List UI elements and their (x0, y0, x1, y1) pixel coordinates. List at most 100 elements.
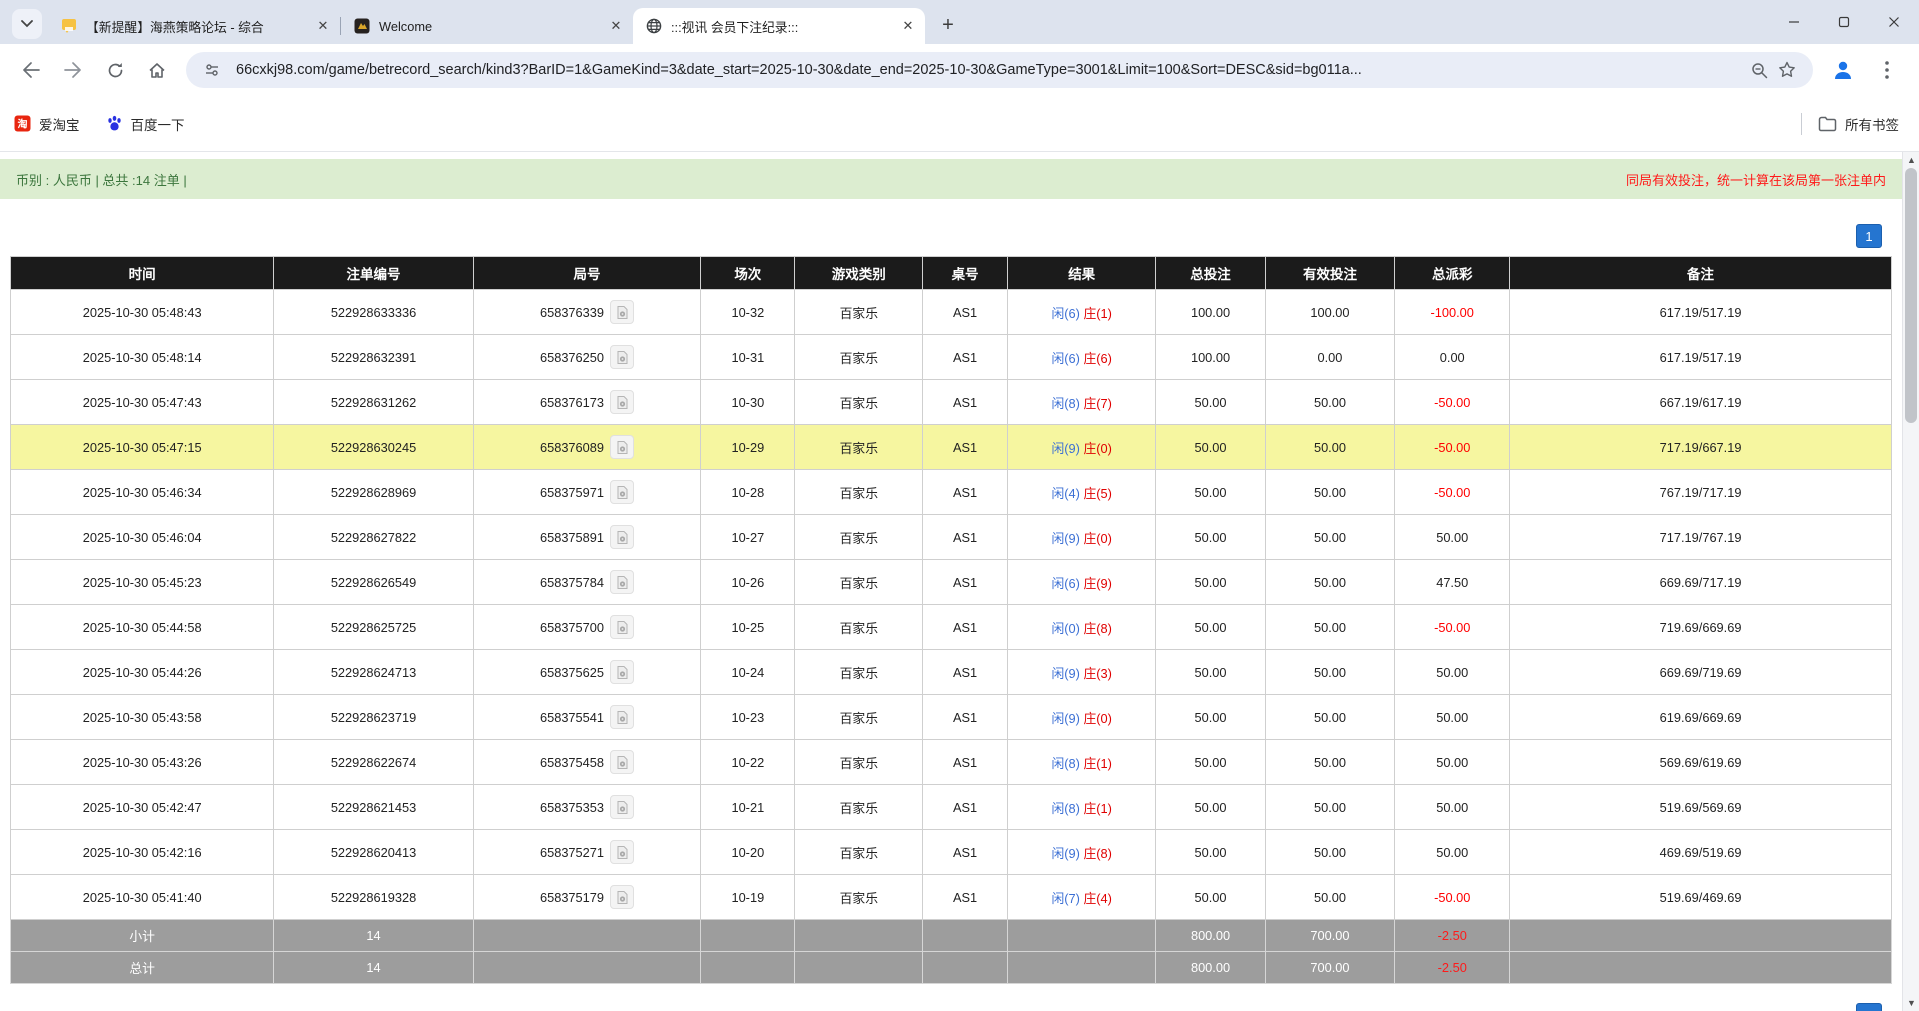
tab-welcome[interactable]: Welcome ✕ (341, 8, 633, 44)
new-tab-button[interactable]: + (933, 10, 963, 40)
round-number: 658376089 (540, 440, 604, 455)
forum-favicon-icon (60, 18, 77, 35)
bookmark-baidu[interactable]: 百度一下 (106, 114, 185, 134)
scrollbar[interactable]: ▲ ▼ (1902, 152, 1919, 1011)
result-banker: 庄(4) (1083, 891, 1111, 906)
cell-bet-id: 522928623719 (274, 695, 473, 740)
scrollbar-thumb[interactable] (1905, 168, 1917, 423)
all-bookmarks-button[interactable]: 所有书签 (1818, 114, 1899, 134)
cell-result: 闲(6) 庄(1) (1007, 290, 1156, 335)
scroll-down-icon[interactable]: ▼ (1903, 995, 1919, 1011)
subtotal-total-bet: 800.00 (1156, 920, 1265, 952)
cell-time: 2025-10-30 05:43:58 (11, 695, 274, 740)
tab-close-icon[interactable]: ✕ (314, 17, 332, 35)
cell-payout: 50.00 (1395, 740, 1510, 785)
site-info-icon[interactable] (198, 56, 226, 84)
result-banker: 庄(8) (1083, 621, 1111, 636)
menu-icon[interactable] (1869, 52, 1905, 88)
cell-result: 闲(8) 庄(1) (1007, 740, 1156, 785)
cell-time: 2025-10-30 05:47:43 (11, 380, 274, 425)
tab-search-button[interactable] (12, 9, 42, 39)
browser-window: 【新提醒】海燕策略论坛 - 综合 ✕ Welcome ✕ :::视讯 会员下注纪… (0, 0, 1919, 1011)
tab-close-icon[interactable]: ✕ (899, 17, 917, 35)
cell-remark: 519.69/569.69 (1510, 785, 1892, 830)
cell-remark: 669.69/719.69 (1510, 650, 1892, 695)
video-record-icon[interactable] (610, 480, 634, 504)
video-record-icon[interactable] (610, 615, 634, 639)
video-record-icon[interactable] (610, 435, 634, 459)
cell-valid-bet: 50.00 (1265, 740, 1395, 785)
cell-time: 2025-10-30 05:44:58 (11, 605, 274, 650)
round-number: 658375353 (540, 800, 604, 815)
result-player: 闲(9) (1051, 711, 1079, 726)
result-player: 闲(6) (1051, 306, 1079, 321)
header-remark: 备注 (1510, 257, 1892, 290)
cell-total-bet: 50.00 (1156, 470, 1265, 515)
result-player: 闲(6) (1051, 576, 1079, 591)
cell-round: 658376089 (473, 425, 701, 470)
cell-result: 闲(9) 庄(0) (1007, 425, 1156, 470)
cell-table-no: AS1 (923, 425, 1008, 470)
home-button[interactable] (138, 51, 176, 89)
forward-button[interactable] (54, 51, 92, 89)
cell-total-bet: 50.00 (1156, 650, 1265, 695)
cell-total-bet: 50.00 (1156, 695, 1265, 740)
cell-session: 10-23 (701, 695, 795, 740)
round-number: 658375625 (540, 665, 604, 680)
table-body: 2025-10-30 05:48:43 522928633336 6583763… (11, 290, 1892, 920)
table-row: 2025-10-30 05:43:58 522928623719 6583755… (11, 695, 1892, 740)
tab-close-icon[interactable]: ✕ (607, 17, 625, 35)
profile-icon[interactable] (1825, 52, 1861, 88)
cell-result: 闲(9) 庄(0) (1007, 695, 1156, 740)
video-record-icon[interactable] (610, 750, 634, 774)
url-text[interactable]: 66cxkj98.com/game/betrecord_search/kind3… (236, 62, 1735, 78)
cell-payout: -50.00 (1395, 380, 1510, 425)
video-record-icon[interactable] (610, 300, 634, 324)
video-record-icon[interactable] (610, 390, 634, 414)
cell-bet-id: 522928619328 (274, 875, 473, 920)
video-record-icon[interactable] (610, 570, 634, 594)
close-button[interactable] (1869, 0, 1919, 44)
tab-betrecord[interactable]: :::视讯 会员下注纪录::: ✕ (633, 8, 925, 44)
video-record-icon[interactable] (610, 705, 634, 729)
result-banker: 庄(7) (1083, 396, 1111, 411)
subtotal-label: 小计 (11, 920, 274, 952)
cell-bet-id: 522928630245 (274, 425, 473, 470)
maximize-button[interactable] (1819, 0, 1869, 44)
bookmark-label: 百度一下 (131, 114, 185, 134)
result-banker: 庄(0) (1083, 441, 1111, 456)
page-1-button[interactable]: 1 (1856, 224, 1882, 248)
zoom-icon[interactable] (1745, 56, 1773, 84)
tab-forum[interactable]: 【新提醒】海燕策略论坛 - 综合 ✕ (48, 8, 340, 44)
video-record-icon[interactable] (610, 840, 634, 864)
bookmark-star-icon[interactable] (1773, 56, 1801, 84)
video-record-icon[interactable] (610, 345, 634, 369)
address-bar[interactable]: 66cxkj98.com/game/betrecord_search/kind3… (186, 52, 1813, 88)
cell-time: 2025-10-30 05:48:14 (11, 335, 274, 380)
minimize-button[interactable] (1769, 0, 1819, 44)
page-content: 币别 : 人民币 | 总共 :14 注单 | 同局有效投注，统一计算在该局第一张… (0, 152, 1919, 1011)
table-row: 2025-10-30 05:47:43 522928631262 6583761… (11, 380, 1892, 425)
cell-game-type: 百家乐 (795, 290, 923, 335)
video-record-icon[interactable] (610, 795, 634, 819)
reload-button[interactable] (96, 51, 134, 89)
page-1-button-bottom[interactable]: 1 (1856, 1003, 1882, 1011)
bookmark-aitaobao[interactable]: 淘 爱淘宝 (14, 114, 80, 134)
cell-total-bet: 50.00 (1156, 515, 1265, 560)
round-number: 658375891 (540, 530, 604, 545)
cell-payout: -100.00 (1395, 290, 1510, 335)
cell-payout: 50.00 (1395, 785, 1510, 830)
cell-result: 闲(9) 庄(0) (1007, 515, 1156, 560)
video-record-icon[interactable] (610, 660, 634, 684)
video-record-icon[interactable] (610, 525, 634, 549)
page-area: 币别 : 人民币 | 总共 :14 注单 | 同局有效投注，统一计算在该局第一张… (0, 152, 1902, 1011)
round-number: 658375541 (540, 710, 604, 725)
video-record-icon[interactable] (610, 885, 634, 909)
back-button[interactable] (12, 51, 50, 89)
scroll-up-icon[interactable]: ▲ (1903, 152, 1919, 168)
cell-session: 10-21 (701, 785, 795, 830)
cell-total-bet: 50.00 (1156, 830, 1265, 875)
cell-result: 闲(9) 庄(8) (1007, 830, 1156, 875)
cell-table-no: AS1 (923, 515, 1008, 560)
cell-remark: 717.19/667.19 (1510, 425, 1892, 470)
